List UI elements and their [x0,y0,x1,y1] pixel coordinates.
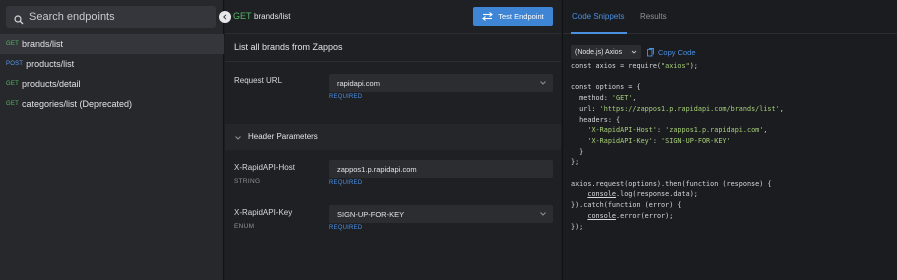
search-input[interactable] [29,11,209,23]
code-line: }).catch(function (error) { [571,201,682,210]
code-line: method: 'GET', [571,94,637,103]
code-line: axios.request(options).then(function (re… [571,179,772,188]
method-badge: GET [6,41,19,47]
code-line: 'X-RapidAPI-Key': 'SIGN-UP-FOR-KEY' [587,136,731,145]
api-key-value: SIGN-UP-FOR-KEY [337,209,405,219]
endpoint-path-title: brands/list [254,12,291,21]
param-type-host: STRING [234,178,261,185]
host-input[interactable]: zappos1.p.rapidapi.com [329,160,553,178]
collapse-sidebar-toggle[interactable] [219,11,231,23]
copy-code-label: Copy Code [658,48,696,57]
chevron-left-icon [223,14,227,20]
swap-arrows-icon [482,12,494,21]
test-endpoint-button[interactable]: Test Endpoint [473,7,553,26]
request-url-label: Request URL [234,76,283,85]
active-tab-indicator [571,32,627,34]
chevron-down-icon [540,81,546,85]
endpoint-header: GET brands/list Test Endpoint [219,0,561,34]
endpoint-item-categories-list[interactable]: GET categories/list (Deprecated) [0,94,224,114]
copy-icon [647,48,654,57]
search-icon [14,12,24,25]
endpoint-detail-panel: GET brands/list Test Endpoint List all b… [219,0,561,280]
code-line: }; [571,158,580,167]
header-parameters-section[interactable]: Header Parameters [225,124,561,150]
chevron-down-icon [631,50,637,54]
endpoint-method: GET [233,11,252,21]
request-url-value: rapidapi.com [337,78,380,88]
language-select[interactable]: (Node.js) Axios [571,45,641,59]
required-badge: REQUIRED [329,225,363,231]
endpoint-path: brands/list [21,39,63,49]
method-badge: GET [6,101,19,107]
endpoint-path: products/detail [21,79,81,89]
code-panel: Code Snippets Results (Node.js) Axios Co… [562,0,897,280]
code-panel-tabs: Code Snippets Results [563,0,897,34]
method-badge: POST [6,61,24,67]
code-line: const axios = require("axios"); [571,62,698,70]
host-value: zappos1.p.rapidapi.com [337,164,417,174]
chevron-down-icon [235,136,241,140]
code-line: url: 'https://zappos1.p.rapidapi.com/bra… [571,104,784,113]
copy-code-button[interactable]: Copy Code [647,48,696,57]
request-url-select[interactable]: rapidapi.com [329,74,553,92]
code-line: 'X-RapidAPI-Host': 'zappos1.p.rapidapi.c… [587,126,768,135]
code-line: const options = { [571,83,641,92]
test-endpoint-label: Test Endpoint [498,12,544,21]
endpoint-item-products-detail[interactable]: GET products/detail [0,74,224,94]
endpoint-path: products/list [26,59,75,69]
tab-code-snippets[interactable]: Code Snippets [572,12,624,21]
endpoint-item-brands-list[interactable]: GET brands/list [0,34,224,54]
code-line: console.log(response.data); [587,190,698,199]
required-badge: REQUIRED [329,180,363,186]
search-box[interactable] [6,6,216,28]
param-label-host: X-RapidAPI-Host [234,163,295,172]
divider [225,61,561,62]
language-value: (Node.js) Axios [575,48,623,56]
endpoint-path: categories/list (Deprecated) [21,99,132,109]
endpoint-item-products-list[interactable]: POST products/list [0,54,224,74]
endpoint-list: GET brands/list POST products/list GET p… [0,34,224,114]
code-snippet: const axios = require("axios"); const op… [571,61,784,232]
param-label-key: X-RapidAPI-Key [234,208,293,217]
code-line: }); [571,222,584,231]
chevron-down-icon [540,212,546,216]
header-parameters-title: Header Parameters [248,132,318,141]
code-line: headers: { [571,115,621,124]
api-key-select[interactable]: SIGN-UP-FOR-KEY [329,205,553,223]
endpoint-description: List all brands from Zappos [234,42,343,52]
code-line: console.error(error); [587,211,674,220]
tab-results[interactable]: Results [640,12,667,21]
endpoint-sidebar: GET brands/list POST products/list GET p… [0,0,224,280]
required-badge: REQUIRED [329,94,363,100]
code-line: } [571,147,584,156]
method-badge: GET [6,81,19,87]
param-type-key: ENUM [234,223,255,230]
